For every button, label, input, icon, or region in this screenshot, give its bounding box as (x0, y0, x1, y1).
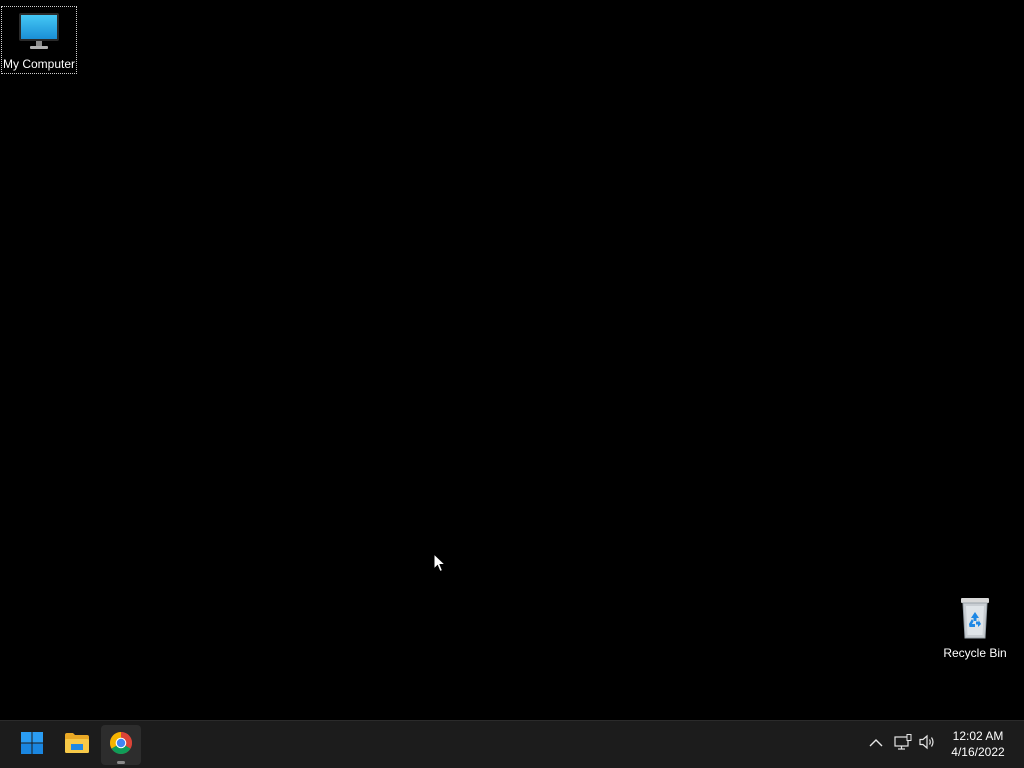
mouse-cursor-icon (433, 552, 447, 573)
desktop-icon-label: Recycle Bin (943, 646, 1007, 660)
show-hidden-icons-button[interactable] (865, 721, 887, 767)
taskbar: 12:02 AM 4/16/2022 (0, 720, 1024, 768)
volume-button[interactable] (917, 721, 939, 767)
recycle-bin-icon (955, 596, 995, 643)
network-icon (894, 733, 912, 755)
chevron-up-icon (869, 735, 883, 753)
windows-logo-icon (20, 731, 44, 760)
folder-icon (64, 732, 90, 759)
network-button[interactable] (892, 721, 914, 767)
chrome-icon (109, 731, 133, 760)
monitor-icon (17, 11, 61, 54)
desktop-icon-recycle-bin[interactable]: Recycle Bin (940, 596, 1010, 660)
chrome-button[interactable] (101, 725, 141, 765)
desktop[interactable]: My Computer Recycle Bin (0, 0, 1024, 720)
clock-time: 12:02 AM (952, 729, 1004, 743)
volume-icon (919, 734, 937, 755)
start-button[interactable] (12, 725, 52, 765)
file-explorer-button[interactable] (57, 725, 97, 765)
desktop-icon-label: My Computer (2, 57, 76, 71)
taskbar-clock[interactable]: 12:02 AM 4/16/2022 (944, 728, 1012, 760)
desktop-icon-my-computer[interactable]: My Computer (1, 6, 77, 74)
clock-date: 4/16/2022 (951, 745, 1005, 759)
